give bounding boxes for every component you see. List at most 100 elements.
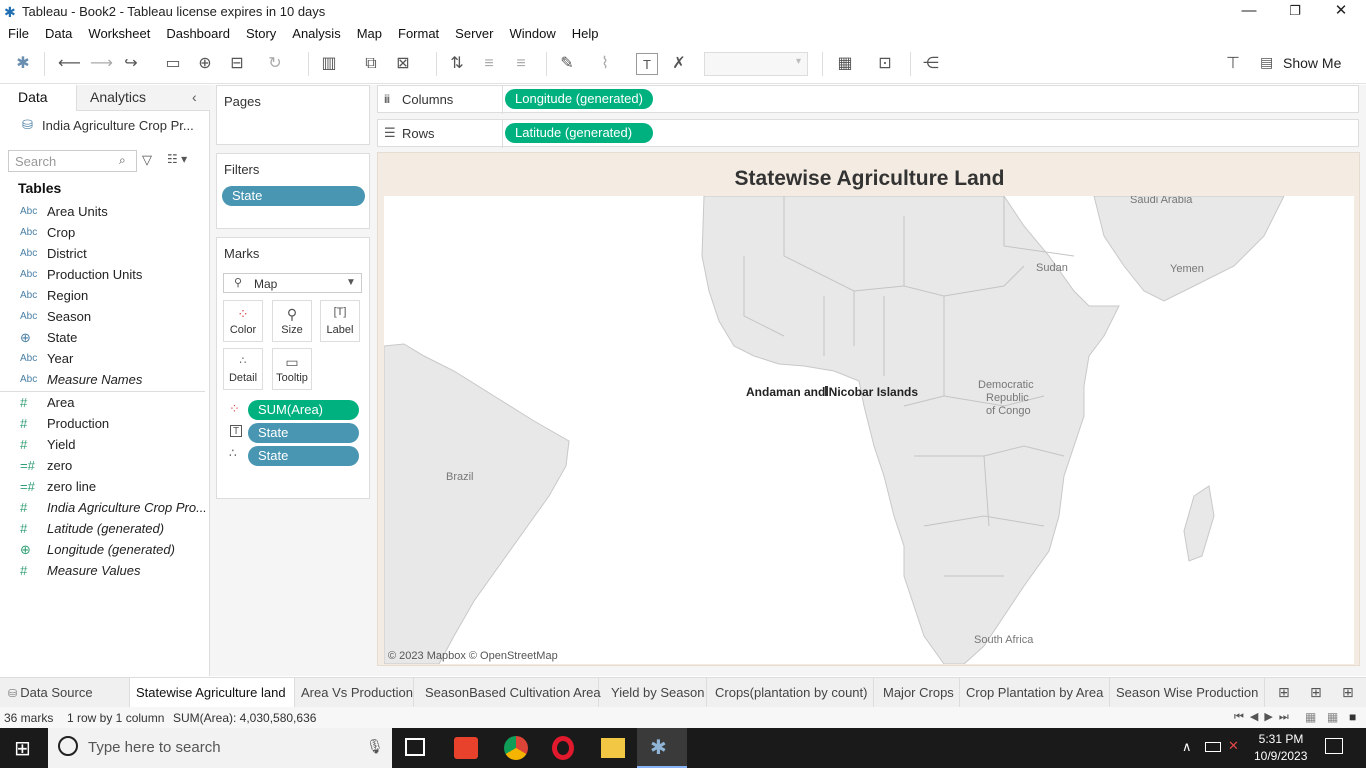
tooltip-button[interactable]: ▭ Tooltip: [272, 348, 312, 390]
sort-desc-icon[interactable]: ≡: [510, 53, 532, 75]
menu-worksheet[interactable]: Worksheet: [80, 24, 158, 41]
battery-icon[interactable]: [1205, 742, 1221, 752]
size-button[interactable]: ⚲ Size: [272, 300, 312, 342]
field-region[interactable]: Abc Region: [0, 285, 205, 306]
maximize-button[interactable]: ❐: [1272, 0, 1318, 24]
field-year[interactable]: Abc Year: [0, 348, 205, 369]
sheet-sorter-icon[interactable]: ▦: [1305, 710, 1316, 724]
mark-pill-state-detail[interactable]: State: [248, 446, 359, 466]
columns-pill-longitude[interactable]: Longitude (generated): [505, 89, 653, 109]
share-icon[interactable]: ⋲: [920, 53, 942, 75]
show-cards-icon[interactable]: ▦: [834, 53, 856, 75]
filter-pill-state[interactable]: State: [222, 186, 365, 206]
view-options-icon[interactable]: ☷ ▾: [167, 152, 187, 166]
field-crop[interactable]: Abc Crop: [0, 222, 205, 243]
field-season[interactable]: Abc Season: [0, 306, 205, 327]
save-icon[interactable]: ▭: [162, 53, 184, 75]
task-view-icon[interactable]: [405, 738, 425, 756]
tab-data[interactable]: Data: [18, 85, 48, 111]
clear-sheet-icon[interactable]: ⊠: [392, 53, 414, 75]
menu-data[interactable]: Data: [37, 24, 80, 41]
show-labels-icon[interactable]: T: [636, 53, 658, 75]
new-datasource-icon[interactable]: ⊕: [194, 53, 216, 75]
highlight-icon[interactable]: ✎: [556, 53, 578, 75]
anydesk-icon[interactable]: [454, 737, 478, 759]
label-button[interactable]: [T] Label: [320, 300, 360, 342]
notifications-icon[interactable]: [1325, 738, 1343, 754]
mark-pill-sum-area[interactable]: SUM(Area): [248, 400, 359, 420]
replay-icon[interactable]: ↪: [120, 53, 142, 75]
field-measure-values[interactable]: # Measure Values: [0, 560, 205, 581]
tabs-view-icon[interactable]: ■: [1349, 710, 1356, 724]
tab-statewise-agriculture-land[interactable]: Statewise Agriculture land: [130, 678, 295, 708]
field-india-agriculture-count[interactable]: # India Agriculture Crop Pro...: [0, 497, 205, 518]
windows-start-icon[interactable]: ⊞: [14, 736, 31, 761]
new-dashboard-tab-icon[interactable]: ⊞: [1310, 684, 1322, 701]
field-longitude-generated[interactable]: ⊕ Longitude (generated): [0, 539, 205, 560]
map[interactable]: Andaman and Nicobar Islands Saudi Arabia…: [384, 196, 1354, 664]
filters-card[interactable]: Filters State: [216, 153, 370, 229]
field-area-units[interactable]: Abc Area Units: [0, 201, 205, 222]
field-production[interactable]: # Production: [0, 413, 205, 434]
viz-title[interactable]: Statewise Agriculture Land: [378, 167, 1361, 191]
new-story-tab-icon[interactable]: ⊞: [1342, 684, 1354, 701]
datasource-name[interactable]: India Agriculture Crop Pr...: [42, 118, 202, 133]
field-search-input[interactable]: Search ⌕: [8, 150, 137, 172]
menu-map[interactable]: Map: [349, 24, 390, 41]
mark-type-dropdown[interactable]: ⚲ Map ▼: [223, 273, 362, 293]
new-worksheet-tab-icon[interactable]: ⊞: [1278, 684, 1290, 701]
tab-data-source[interactable]: ⛁ Data Source: [0, 678, 130, 708]
taskbar-search-input[interactable]: Type here to search 🎙: [48, 728, 392, 768]
clock-time[interactable]: 5:31 PM: [1258, 732, 1304, 746]
clock-date[interactable]: 10/9/2023: [1254, 749, 1307, 763]
show-me-button[interactable]: Show Me: [1283, 55, 1341, 71]
pages-card[interactable]: Pages: [216, 85, 370, 145]
field-district[interactable]: Abc District: [0, 243, 205, 264]
field-yield[interactable]: # Yield: [0, 434, 205, 455]
field-production-units[interactable]: Abc Production Units: [0, 264, 205, 285]
rows-pill-latitude[interactable]: Latitude (generated): [505, 123, 653, 143]
filmstrip-icon[interactable]: ▦: [1327, 710, 1338, 724]
swap-icon[interactable]: ⇅: [446, 53, 468, 75]
menu-help[interactable]: Help: [564, 24, 607, 41]
rows-shelf[interactable]: ☰ Rows Latitude (generated): [377, 119, 1359, 148]
format-painter-icon[interactable]: ⊤: [1222, 53, 1244, 75]
tab-crops-plantation-by-count[interactable]: Crops(plantation by count): [709, 678, 874, 708]
field-zero[interactable]: =# zero: [0, 455, 205, 476]
field-zero-line[interactable]: =# zero line: [0, 476, 205, 497]
map-attribution[interactable]: © 2023 Mapbox © OpenStreetMap: [388, 650, 558, 662]
minimize-button[interactable]: —: [1226, 0, 1272, 24]
tab-seasonbased-cultivation-area[interactable]: SeasonBased Cultivation Area: [419, 678, 601, 708]
tab-yield-by-season[interactable]: Yield by Season: [605, 678, 707, 708]
field-area[interactable]: # Area: [0, 392, 205, 413]
color-button[interactable]: ⁘ Color: [223, 300, 263, 342]
chevron-up-icon[interactable]: ∧: [1182, 739, 1192, 755]
columns-shelf[interactable]: iii Columns Longitude (generated): [377, 85, 1359, 114]
fit-dropdown[interactable]: ▾: [704, 52, 808, 76]
duplicate-icon[interactable]: ⧉: [360, 53, 382, 75]
file-explorer-icon[interactable]: [601, 738, 625, 758]
field-measure-names[interactable]: Abc Measure Names: [0, 369, 205, 390]
tab-analytics[interactable]: Analytics: [90, 85, 146, 111]
field-state[interactable]: ⊕ State: [0, 327, 205, 348]
menu-analysis[interactable]: Analysis: [284, 24, 348, 41]
opera-icon[interactable]: [552, 736, 574, 760]
tableau-taskbar-button[interactable]: ✱: [637, 728, 687, 768]
tab-area-vs-production[interactable]: Area Vs Production: [295, 678, 414, 708]
sort-asc-icon[interactable]: ≡: [478, 53, 500, 75]
map-mark-label[interactable]: Andaman and Nicobar Islands: [746, 385, 918, 399]
undo-icon[interactable]: ⟵: [58, 53, 81, 75]
menu-window[interactable]: Window: [501, 24, 563, 41]
close-button[interactable]: ✕: [1318, 0, 1364, 24]
sheet-navigation-icons[interactable]: ⏮◀▶⏭: [1234, 710, 1295, 724]
field-latitude-generated[interactable]: # Latitude (generated): [0, 518, 205, 539]
network-icon[interactable]: ✕: [1228, 738, 1239, 754]
fix-axes-icon[interactable]: ✗: [668, 53, 690, 75]
pause-updates-icon[interactable]: ⊟: [226, 53, 248, 75]
menu-server[interactable]: Server: [447, 24, 501, 41]
tab-crop-plantation-by-area[interactable]: Crop Plantation by Area: [960, 678, 1110, 708]
menu-story[interactable]: Story: [238, 24, 284, 41]
collapse-pane-icon[interactable]: ‹: [192, 89, 197, 105]
menu-format[interactable]: Format: [390, 24, 447, 41]
tab-major-crops[interactable]: Major Crops: [877, 678, 960, 708]
